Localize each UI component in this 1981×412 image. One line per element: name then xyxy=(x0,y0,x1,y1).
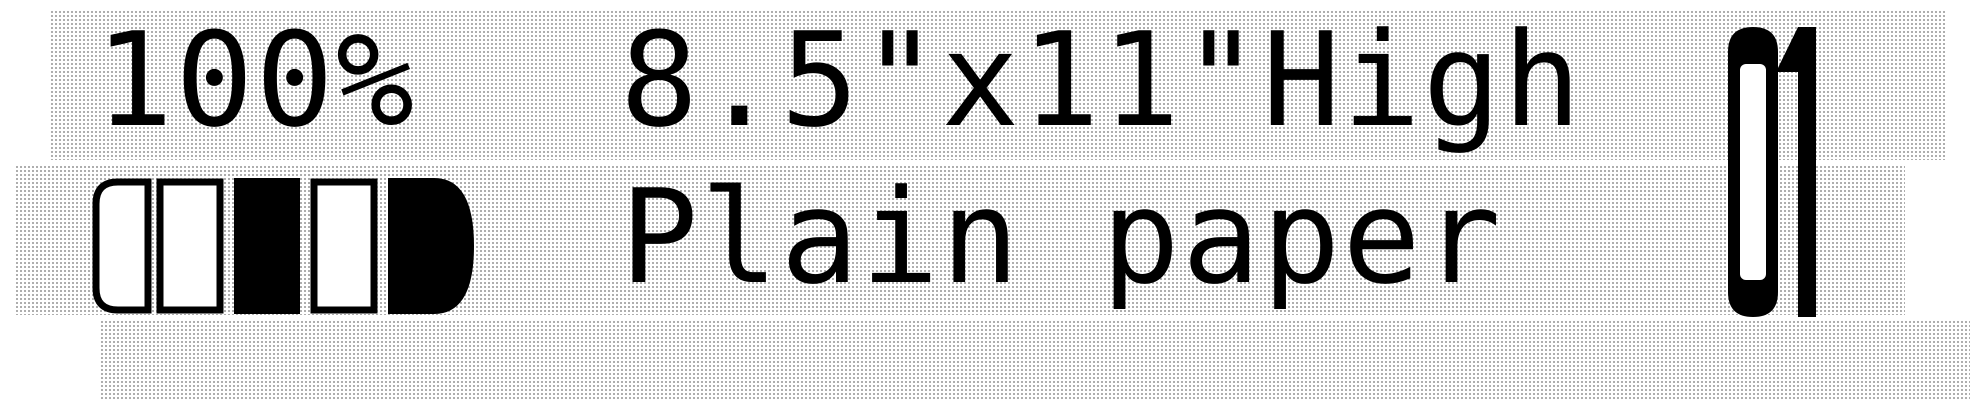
quality-segment-4 xyxy=(310,178,378,314)
tray-window xyxy=(1740,64,1766,280)
paper-tray-icon xyxy=(1728,27,1816,317)
quality-level-icon xyxy=(88,172,474,314)
quality-segment-1 xyxy=(92,178,152,314)
quality-segment-5 xyxy=(388,178,474,314)
quality-icon-anchor xyxy=(88,172,89,173)
zoom-level: 100% xyxy=(95,4,417,156)
quality-segment-2 xyxy=(156,178,224,314)
tray-bar xyxy=(1798,27,1816,317)
tray-flag xyxy=(1776,27,1798,72)
media-type: Plain paper xyxy=(620,161,1503,313)
paper-size: 8.5"x11"High xyxy=(620,4,1584,156)
lcd-background-bottom xyxy=(100,320,1970,400)
quality-segments xyxy=(88,172,474,314)
quality-segment-3 xyxy=(234,178,300,314)
